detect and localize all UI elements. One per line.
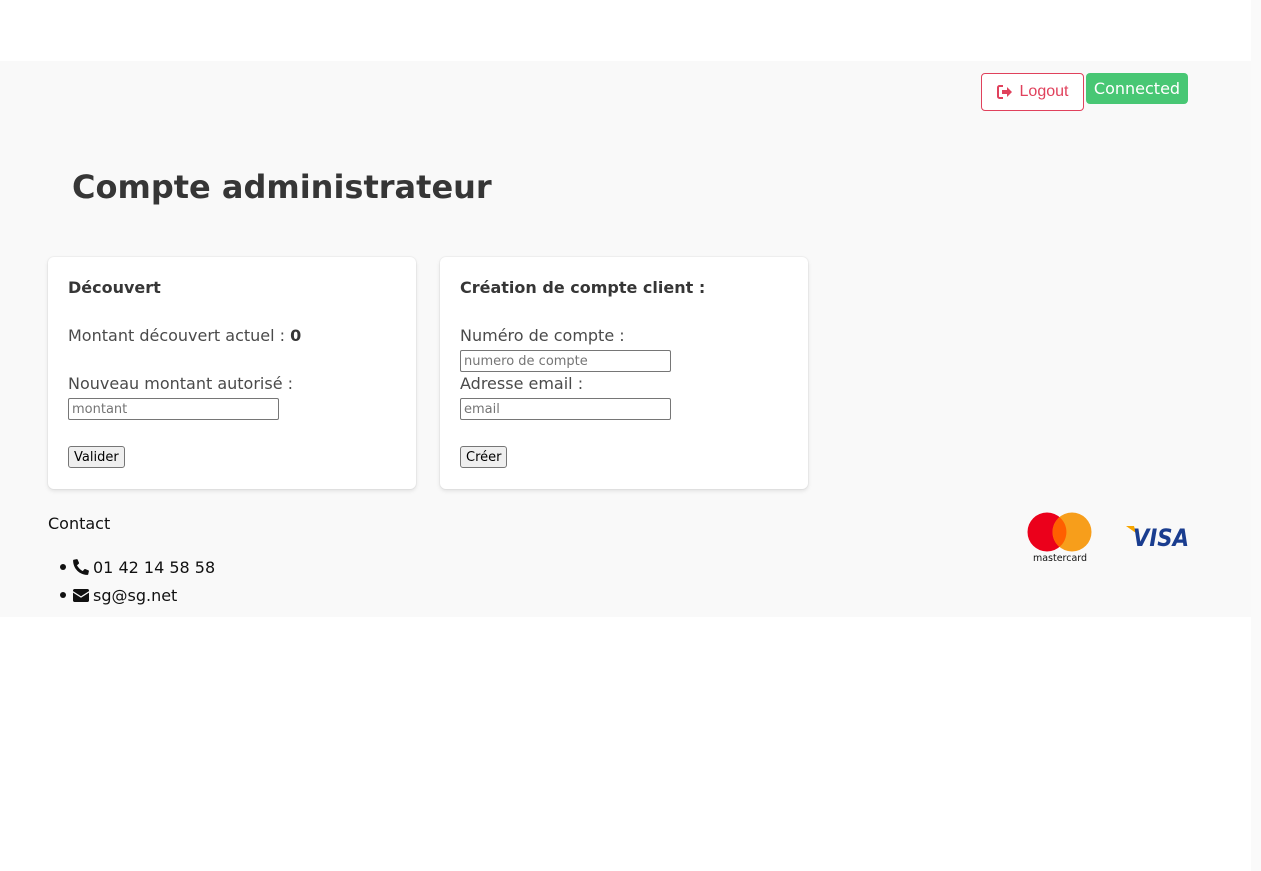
account-number-input[interactable] <box>460 350 671 372</box>
mastercard-logo: mastercard <box>1027 512 1092 564</box>
amount-input[interactable] <box>68 398 279 420</box>
overdraft-card: Découvert Montant découvert actuel : 0 N… <box>48 257 416 489</box>
email-label: Adresse email : <box>460 374 584 393</box>
mastercard-wordmark: mastercard <box>1033 553 1087 564</box>
create-account-card: Création de compte client : Numéro de co… <box>440 257 808 489</box>
contact-email-item: sg@sg.net <box>60 581 215 609</box>
bullet <box>60 592 66 598</box>
logout-label: Logout <box>1019 83 1069 100</box>
account-number-label: Numéro de compte : <box>460 326 625 345</box>
contact-list: 01 42 14 58 58 sg@sg.net <box>60 553 215 609</box>
logout-button[interactable]: Logout <box>981 73 1084 111</box>
contact-email: sg@sg.net <box>93 585 178 605</box>
sign-out-icon <box>996 85 1012 99</box>
page-title: Compte administrateur <box>72 168 492 206</box>
envelope-icon <box>73 588 89 602</box>
create-account-card-title: Création de compte client : <box>460 278 706 297</box>
email-input[interactable] <box>460 398 671 420</box>
visa-logo: VISA <box>1126 524 1189 548</box>
new-overdraft-label: Nouveau montant autorisé : <box>68 374 294 393</box>
create-button[interactable]: Créer <box>460 446 508 468</box>
contact-phone-item: 01 42 14 58 58 <box>60 553 215 581</box>
status-badge: Connected <box>1086 73 1188 104</box>
visa-wordmark: VISA <box>1133 524 1189 548</box>
current-overdraft-value: 0 <box>290 326 302 345</box>
current-overdraft-row: Montant découvert actuel : 0 <box>68 326 301 345</box>
validate-button[interactable]: Valider <box>68 446 125 468</box>
bullet <box>60 564 66 570</box>
contact-phone: 01 42 14 58 58 <box>93 557 216 577</box>
contact-heading: Contact <box>48 514 111 533</box>
current-overdraft-label: Montant découvert actuel : <box>68 326 291 345</box>
overdraft-card-title: Découvert <box>68 278 161 297</box>
phone-icon <box>73 559 89 575</box>
scrollbar-track <box>1251 0 1261 871</box>
